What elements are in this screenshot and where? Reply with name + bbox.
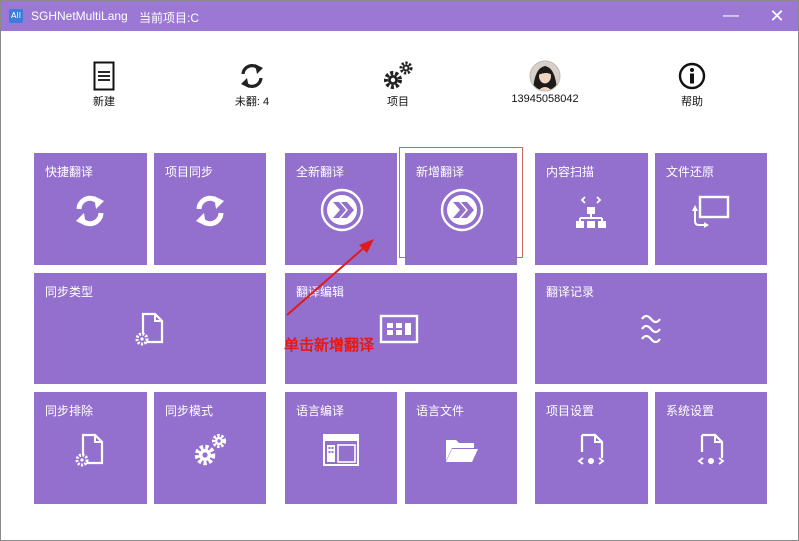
file-code-icon [571, 430, 611, 470]
annotation-text: 单击新增翻译 [284, 336, 375, 354]
toolbar-new-button[interactable]: 新建 [54, 59, 154, 109]
tile-label: 内容扫描 [546, 165, 595, 179]
restore-window-icon [689, 191, 733, 231]
tile-label: 同步模式 [165, 404, 214, 418]
gear-icon [348, 59, 448, 93]
tile-label: 全新翻译 [296, 165, 345, 179]
title-bar: All SGHNetMultiLang 当前项目:C — ✕ [1, 1, 798, 31]
current-project-label: 当前项目:C [139, 11, 200, 25]
tile-label: 快捷翻译 [45, 165, 94, 179]
tile-system-settings[interactable]: 系统设置 [655, 392, 767, 504]
toolbar-project-button[interactable]: 项目 [348, 59, 448, 109]
avatar [495, 59, 595, 93]
toolbar-help-button[interactable]: 帮助 [642, 59, 742, 109]
tile-translate-log[interactable]: 翻译记录 [535, 273, 767, 384]
refresh-icon [202, 59, 302, 93]
sync-icon [70, 191, 110, 231]
tile-project-sync[interactable]: 项目同步 [154, 153, 266, 265]
hierarchy-icon [571, 191, 611, 231]
toolbar-untranslated-label: 未翻: 4 [234, 96, 270, 108]
tile-label: 翻译记录 [546, 285, 595, 299]
folder-open-icon [440, 432, 482, 468]
tile-project-settings[interactable]: 项目设置 [535, 392, 648, 504]
app-logo-icon: All [9, 9, 23, 23]
app-window: All SGHNetMultiLang 当前项目:C — ✕ 新建 未翻: 4 [0, 0, 799, 541]
toolbar-help-label: 帮助 [681, 96, 703, 108]
tile-language-file[interactable]: 语言文件 [405, 392, 517, 504]
tile-file-restore[interactable]: 文件还原 [655, 153, 767, 265]
toolbar-project-label: 项目 [387, 96, 409, 108]
tile-label: 项目设置 [546, 404, 595, 418]
tile-label: 项目同步 [165, 165, 214, 179]
tile-label: 系统设置 [666, 404, 715, 418]
toolbar-user-phone: 13945058042 [511, 93, 579, 105]
minimize-button[interactable]: — [719, 5, 743, 27]
gears-icon [190, 430, 230, 470]
annotation-arrow-icon [286, 239, 374, 316]
tile-label: 语言文件 [416, 404, 465, 418]
sync-icon [190, 191, 230, 231]
tile-language-compile[interactable]: 语言编译 [285, 392, 397, 504]
toolbar-new-label: 新建 [93, 96, 115, 108]
toolbar-untranslated-button[interactable]: 未翻: 4 [202, 59, 302, 109]
document-icon [54, 59, 154, 93]
file-settings-icon [130, 309, 170, 349]
info-icon [642, 59, 742, 93]
tile-label: 同步类型 [45, 285, 94, 299]
file-code-icon [691, 430, 731, 470]
window-app-icon [320, 432, 362, 468]
tile-content-scan[interactable]: 内容扫描 [535, 153, 648, 265]
tile-label: 新增翻译 [416, 165, 465, 179]
dashboard-icon [379, 311, 419, 347]
wave-icon [635, 309, 667, 349]
forward-circle-icon [440, 188, 484, 232]
tile-sync-mode[interactable]: 同步模式 [154, 392, 266, 504]
app-title: SGHNetMultiLang [31, 9, 128, 23]
toolbar-user-button[interactable]: 13945058042 [495, 59, 595, 105]
tile-sync-type[interactable]: 同步类型 [34, 273, 266, 384]
forward-circle-icon [320, 188, 364, 232]
tile-label: 同步排除 [45, 404, 94, 418]
file-settings-icon [70, 430, 110, 470]
tile-sync-exclude[interactable]: 同步排除 [34, 392, 147, 504]
tile-quick-translate[interactable]: 快捷翻译 [34, 153, 147, 265]
tile-incremental-translate[interactable]: 新增翻译 [405, 153, 517, 265]
close-button[interactable]: ✕ [765, 5, 789, 27]
tile-label: 文件还原 [666, 165, 715, 179]
tile-label: 语言编译 [296, 404, 345, 418]
